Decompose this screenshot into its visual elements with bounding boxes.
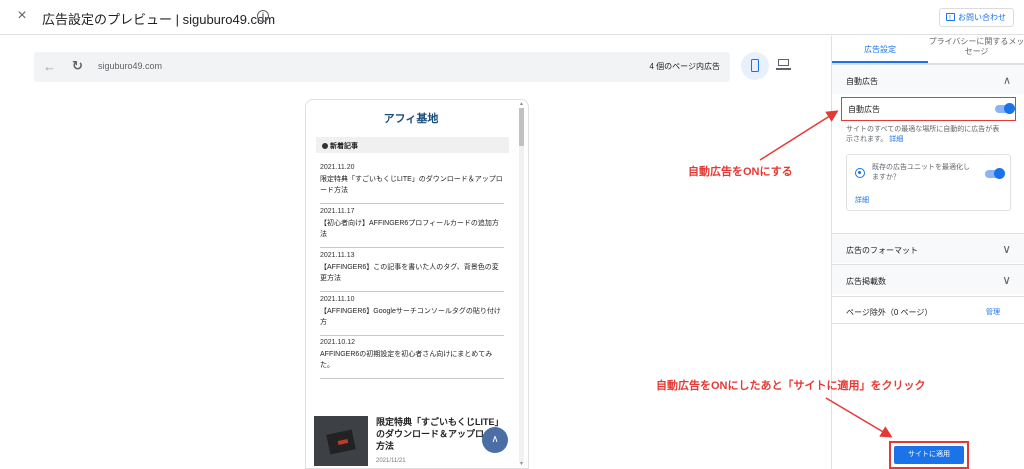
learn-more-link[interactable]: 詳細 bbox=[889, 136, 903, 143]
post-title: AFFINGER6の初期設定を初心者さん向けにまとめてみた。 bbox=[320, 351, 493, 369]
learn-more-link[interactable]: 詳細 bbox=[855, 195, 869, 205]
new-posts-header: 新着記事 bbox=[316, 137, 509, 153]
desktop-view-button[interactable] bbox=[775, 58, 793, 72]
post-title: 【初心者向け】AFFINGER6プロフィールカードの追加方法 bbox=[320, 220, 499, 238]
reload-icon[interactable]: ↻ bbox=[72, 58, 83, 74]
laptop-icon bbox=[778, 59, 789, 66]
mobile-view-button[interactable] bbox=[741, 52, 769, 80]
auto-ads-section-title: 自動広告 bbox=[846, 77, 878, 86]
ad-load-label: 広告掲載数 bbox=[846, 277, 886, 286]
settings-panel: 広告設定 プライバシーに関するメッセージ 自動広告 ∧ 自動広告 サイトのすべて… bbox=[831, 36, 1024, 469]
mobile-preview-frame[interactable]: アフィ基地 新着記事 2021.11.20 限定特典「すごいもくじLITE」のダ… bbox=[305, 99, 529, 469]
chevron-up-icon: ∧ bbox=[1002, 75, 1011, 87]
scrollbar-thumb[interactable] bbox=[519, 108, 524, 146]
optimize-icon bbox=[855, 168, 865, 178]
scrollbar[interactable] bbox=[519, 108, 524, 463]
manage-link[interactable]: 管理 bbox=[986, 307, 1000, 317]
list-item[interactable]: 2021.10.12 AFFINGER6の初期設定を初心者さん向けにまとめてみた… bbox=[320, 339, 504, 379]
featured-thumbnail[interactable] bbox=[314, 416, 368, 466]
chevron-down-icon: ∨ bbox=[1002, 273, 1011, 287]
scroll-to-top-button[interactable]: ∧ bbox=[482, 427, 508, 453]
list-item[interactable]: 2021.11.10 【AFFINGER6】Googleサーチコンソールタグの貼… bbox=[320, 296, 504, 336]
apply-highlight: サイトに適用 bbox=[889, 441, 969, 469]
page-exclusion-label: ページ除外（0 ページ） bbox=[846, 308, 933, 317]
scroll-up-icon[interactable]: ▲ bbox=[519, 101, 524, 107]
list-item[interactable]: 2021.11.20 限定特典「すごいもくじLITE」のダウンロード＆アップロー… bbox=[320, 164, 504, 204]
page-exclusion-row: ページ除外（0 ページ） 管理 bbox=[832, 296, 1024, 324]
preview-url: siguburo49.com bbox=[98, 61, 163, 71]
post-date: 2021.10.12 bbox=[320, 339, 356, 346]
annotation-turn-on: 自動広告をONにする bbox=[688, 166, 793, 178]
annotation-click-apply: 自動広告をONにしたあと「サイトに適用」をクリック bbox=[656, 380, 926, 392]
tab-ad-settings[interactable]: 広告設定 bbox=[832, 36, 928, 62]
contact-label: お問い合わせ bbox=[958, 13, 1006, 22]
post-date: 2021.11.17 bbox=[320, 208, 355, 215]
smartphone-icon bbox=[751, 59, 759, 72]
featured-post-date: 2021/11/21 bbox=[376, 458, 406, 464]
auto-ads-toggle[interactable] bbox=[995, 103, 1015, 114]
post-title: 限定特典「すごいもくじLITE」のダウンロード＆アップロード方法 bbox=[320, 176, 503, 194]
contact-button[interactable]: お問い合わせ bbox=[939, 8, 1014, 27]
feedback-icon bbox=[946, 10, 955, 27]
post-date: 2021.11.10 bbox=[320, 296, 355, 303]
ad-count: 4 個のページ内広告 bbox=[649, 62, 720, 71]
site-name: アフィ基地 bbox=[383, 113, 439, 125]
ad-format-label: 広告のフォーマット bbox=[846, 246, 918, 255]
preview-area: ← ↻ siguburo49.com 4 個のページ内広告 アフィ基地 新着記事… bbox=[0, 36, 831, 469]
close-icon[interactable]: × bbox=[13, 7, 31, 25]
optimize-toggle[interactable] bbox=[985, 168, 1005, 179]
apply-to-site-button[interactable]: サイトに適用 bbox=[894, 446, 964, 464]
toggle-knob bbox=[994, 168, 1005, 179]
post-date: 2021.11.20 bbox=[320, 164, 355, 171]
info-dot-icon bbox=[322, 143, 328, 149]
post-title: 【AFFINGER6】Googleサーチコンソールタグの貼り付け方 bbox=[320, 308, 501, 326]
optimize-existing-units-box: 既存の広告ユニットを最適化しますか？ 詳細 bbox=[846, 154, 1011, 211]
auto-ads-toggle-label: 自動広告 bbox=[848, 105, 880, 114]
optimize-text: 既存の広告ユニットを最適化しますか？ bbox=[872, 164, 970, 181]
list-item[interactable]: 2021.11.13 【AFFINGER6】この記事を書いた人のタグ、背景色の変… bbox=[320, 252, 504, 292]
list-item[interactable]: 2021.11.17 【初心者向け】AFFINGER6プロフィールカードの追加方… bbox=[320, 208, 504, 248]
info-icon[interactable]: i bbox=[257, 10, 269, 22]
back-arrow-icon[interactable]: ← bbox=[43, 59, 56, 74]
top-bar: × 広告設定のプレビュー | siguburo49.com i お問い合わせ bbox=[0, 0, 1024, 35]
post-title: 【AFFINGER6】この記事を書いた人のタグ、背景色の変更方法 bbox=[320, 264, 499, 282]
auto-ads-toggle-row: 自動広告 bbox=[841, 97, 1016, 121]
auto-ads-section-header[interactable]: 自動広告 ∧ bbox=[832, 64, 1024, 94]
page-title: 広告設定のプレビュー | siguburo49.com bbox=[42, 12, 276, 27]
auto-ads-description: サイトのすべての最適な場所に自動的に広告が表示されます。 詳細 bbox=[846, 126, 1000, 143]
tab-privacy-messages[interactable]: プライバシーに関するメッセージ bbox=[928, 36, 1024, 62]
ad-load-section[interactable]: 広告掲載数 ∨ bbox=[832, 264, 1024, 294]
toggle-knob bbox=[1004, 103, 1015, 114]
chevron-down-icon: ∨ bbox=[1002, 242, 1011, 256]
scroll-down-icon[interactable]: ▼ bbox=[519, 461, 524, 467]
ad-format-section[interactable]: 広告のフォーマット ∨ bbox=[832, 233, 1024, 263]
preview-url-bar: ← ↻ siguburo49.com 4 個のページ内広告 bbox=[34, 52, 730, 82]
post-date: 2021.11.13 bbox=[320, 252, 355, 259]
